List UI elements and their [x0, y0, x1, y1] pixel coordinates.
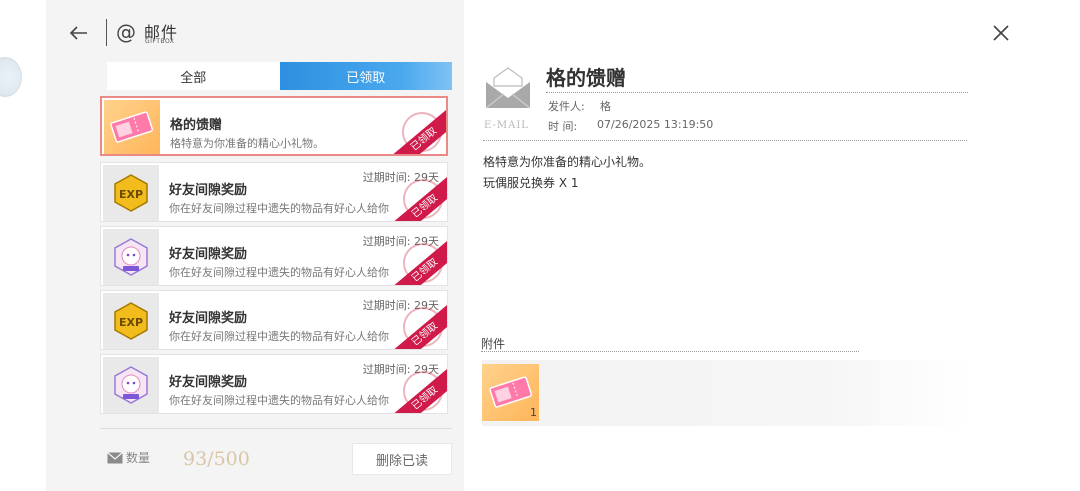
- mail-item-title: 格的馈赠: [170, 118, 223, 133]
- attachment-strip: [482, 360, 972, 426]
- email-label: E-MAIL: [484, 120, 529, 131]
- sender-label: 发件人:: [548, 100, 585, 113]
- side-drawer-handle[interactable]: [0, 57, 22, 97]
- exp-icon: EXP: [114, 174, 148, 212]
- mail-tabs: 全部 已领取: [107, 62, 452, 90]
- delete-read-button[interactable]: 删除已读: [352, 443, 452, 475]
- mail-item-title: 好友间隙奖励: [169, 183, 248, 198]
- time-value: 07/26/2025 13:19:50: [597, 118, 714, 131]
- attachment-label: 附件: [481, 337, 506, 351]
- title-divider-line: [546, 92, 968, 93]
- mail-item-thumb: [104, 100, 160, 154]
- sender-value: 格: [600, 100, 611, 113]
- attachment-divider-line: [481, 351, 859, 352]
- ticket-icon: [488, 375, 532, 408]
- mail-item[interactable]: 格的馈赠 格特意为你准备的精心小礼物。 已领取: [100, 96, 448, 156]
- mail-item-desc: 你在好友间隙过程中遗失的物品有好心人给你: [169, 266, 389, 279]
- mail-item-desc: 格特意为你准备的精心小礼物。: [170, 137, 324, 150]
- time-label: 时 间:: [548, 120, 578, 133]
- exp-icon: EXP: [114, 302, 148, 340]
- envelope-icon: [107, 452, 123, 464]
- mail-body-line: 玩偶服兑换券 X 1: [483, 176, 579, 190]
- mail-item[interactable]: 好友间隙奖励 你在好友间隙过程中遗失的物品有好心人给你 过期时间: 29天 已领…: [100, 354, 448, 414]
- neko-icon: [114, 366, 148, 404]
- tab-claimed[interactable]: 已领取: [279, 62, 452, 90]
- mail-item[interactable]: 好友间隙奖励 你在好友间隙过程中遗失的物品有好心人给你 过期时间: 29天 已领…: [100, 226, 448, 286]
- mail-item-title: 好友间隙奖励: [169, 247, 248, 262]
- mail-item-desc: 你在好友间隙过程中遗失的物品有好心人给你: [169, 394, 389, 407]
- mail-detail-title: 格的馈赠: [546, 66, 626, 90]
- svg-text:EXP: EXP: [119, 188, 143, 201]
- mail-item-desc: 你在好友间隙过程中遗失的物品有好心人给你: [169, 330, 389, 343]
- mail-item-title: 好友间隙奖励: [169, 375, 248, 390]
- ticket-icon: [110, 111, 154, 143]
- mail-item-thumb: EXP: [103, 165, 159, 221]
- mail-item-thumb: [103, 229, 159, 285]
- title-divider: [106, 19, 107, 46]
- header-divider-line: [483, 140, 967, 141]
- mail-item-desc: 你在好友间隙过程中遗失的物品有好心人给你: [169, 202, 389, 215]
- envelope-open-icon: [485, 67, 531, 109]
- quota-label: 数量: [126, 451, 151, 465]
- tab-all[interactable]: 全部: [107, 62, 280, 90]
- page-subtitle: GIFTBOX: [145, 38, 175, 45]
- mail-list[interactable]: 格的馈赠 格特意为你准备的精心小礼物。 已领取 EXP 好友间隙奖励 你在好友间…: [100, 96, 450, 426]
- back-arrow-icon: [69, 26, 87, 40]
- close-icon: [993, 25, 1009, 41]
- mail-screen: @ 邮件 GIFTBOX 全部 已领取 格的馈赠 格特意为你准备的精心小礼物。 …: [0, 0, 1080, 491]
- mail-body-line: 格特意为你准备的精心小礼物。: [483, 155, 652, 169]
- list-divider: [100, 428, 452, 429]
- mail-item[interactable]: EXP 好友间隙奖励 你在好友间隙过程中遗失的物品有好心人给你 过期时间: 29…: [100, 290, 448, 350]
- mail-item-title: 好友间隙奖励: [169, 311, 248, 326]
- neko-icon: [114, 238, 148, 276]
- close-button[interactable]: [990, 22, 1012, 44]
- mail-item-thumb: [103, 357, 159, 413]
- back-button[interactable]: [66, 20, 92, 46]
- mail-item-thumb: EXP: [103, 293, 159, 349]
- at-icon: @: [116, 20, 136, 44]
- svg-text:EXP: EXP: [119, 316, 143, 329]
- quota-count: 93/500: [183, 448, 250, 470]
- attachment-quantity: 1: [530, 406, 537, 419]
- mail-item[interactable]: EXP 好友间隙奖励 你在好友间隙过程中遗失的物品有好心人给你 过期时间: 29…: [100, 162, 448, 222]
